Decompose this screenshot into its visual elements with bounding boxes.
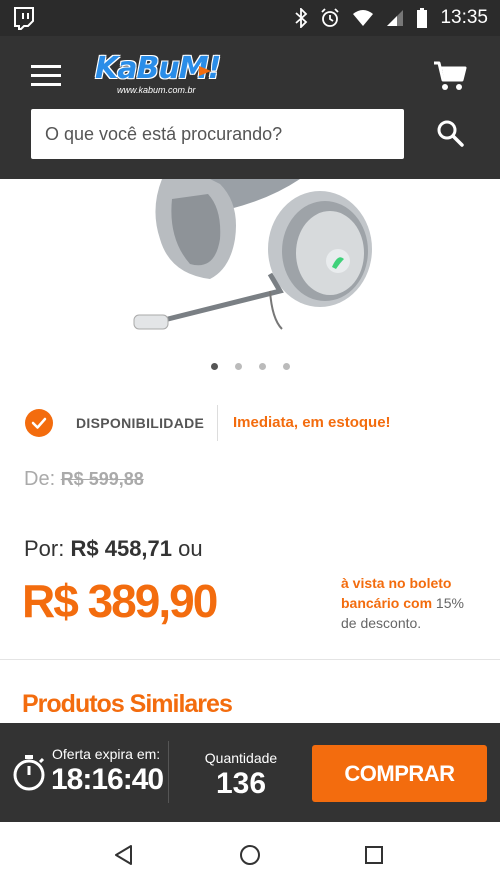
old-price: R$ 599,88	[60, 469, 144, 489]
boleto-highlight: à vista no boleto bancário com	[341, 575, 452, 611]
carousel-dot[interactable]	[234, 363, 242, 370]
bluetooth-icon	[295, 8, 308, 28]
offer-expires-time: 18:16:40	[51, 763, 164, 796]
system-nav-bar	[0, 822, 500, 889]
carousel-dot[interactable]	[282, 363, 290, 370]
availability-label: DISPONIBILIDADE	[76, 415, 205, 431]
availability-check-badge	[25, 409, 53, 437]
search-input[interactable]	[31, 109, 404, 159]
buy-button[interactable]: COMPRAR	[312, 745, 487, 802]
carousel-dot[interactable]	[258, 363, 266, 370]
logo[interactable]: KaBuM! www.kabum.com.br	[95, 51, 221, 100]
alarm-icon	[321, 8, 340, 27]
carousel-dots	[0, 363, 500, 370]
card-price-label: Por:	[24, 536, 65, 561]
offer-bar: Oferta expira em: 18:16:40 Quantidade 13…	[0, 723, 500, 822]
back-icon[interactable]	[113, 844, 135, 866]
divider	[168, 741, 169, 803]
check-icon	[31, 417, 47, 429]
cart-icon[interactable]	[432, 60, 468, 92]
old-price-row: De: R$ 599,88	[24, 468, 144, 491]
home-icon[interactable]	[239, 844, 261, 866]
product-image[interactable]	[120, 179, 380, 339]
divider	[217, 405, 218, 441]
quantity-value: 136	[215, 767, 267, 800]
offer-expires-label: Oferta expira em:	[52, 746, 161, 762]
logo-text: KaBuM!	[95, 51, 221, 86]
wifi-icon	[353, 10, 374, 26]
clock: 13:35	[440, 7, 488, 28]
old-price-label: De:	[24, 468, 56, 490]
logo-arrow-icon	[199, 66, 211, 76]
menu-icon[interactable]	[31, 64, 61, 88]
signal-icon	[387, 10, 404, 26]
section-divider	[0, 659, 500, 660]
similar-products-title: Produtos Similares	[22, 690, 233, 718]
card-price-suffix: ou	[178, 536, 203, 561]
card-price-row: Por: R$ 458,71 ou	[24, 536, 203, 562]
carousel-dot[interactable]	[210, 363, 218, 370]
status-icons: 13:35	[294, 0, 488, 36]
product-page: 13:35 KaBuM! www.kabum.com.br O que você…	[0, 0, 500, 889]
header: KaBuM! www.kabum.com.br	[0, 36, 500, 179]
cash-price: R$ 389,90	[22, 575, 218, 627]
quantity-label: Quantidade	[204, 750, 278, 766]
boleto-discount-note: à vista no boleto bancário com 15% de de…	[341, 573, 481, 633]
card-price: R$ 458,71	[70, 536, 173, 561]
logo-subtext: www.kabum.com.br	[117, 85, 196, 95]
status-bar: 13:35	[0, 0, 500, 36]
recent-apps-icon[interactable]	[365, 846, 383, 864]
twitch-icon[interactable]	[12, 6, 36, 30]
stopwatch-icon	[13, 755, 45, 791]
availability-value: Imediata, em estoque!	[233, 414, 391, 431]
search-icon[interactable]	[436, 119, 464, 147]
battery-icon	[417, 8, 428, 28]
